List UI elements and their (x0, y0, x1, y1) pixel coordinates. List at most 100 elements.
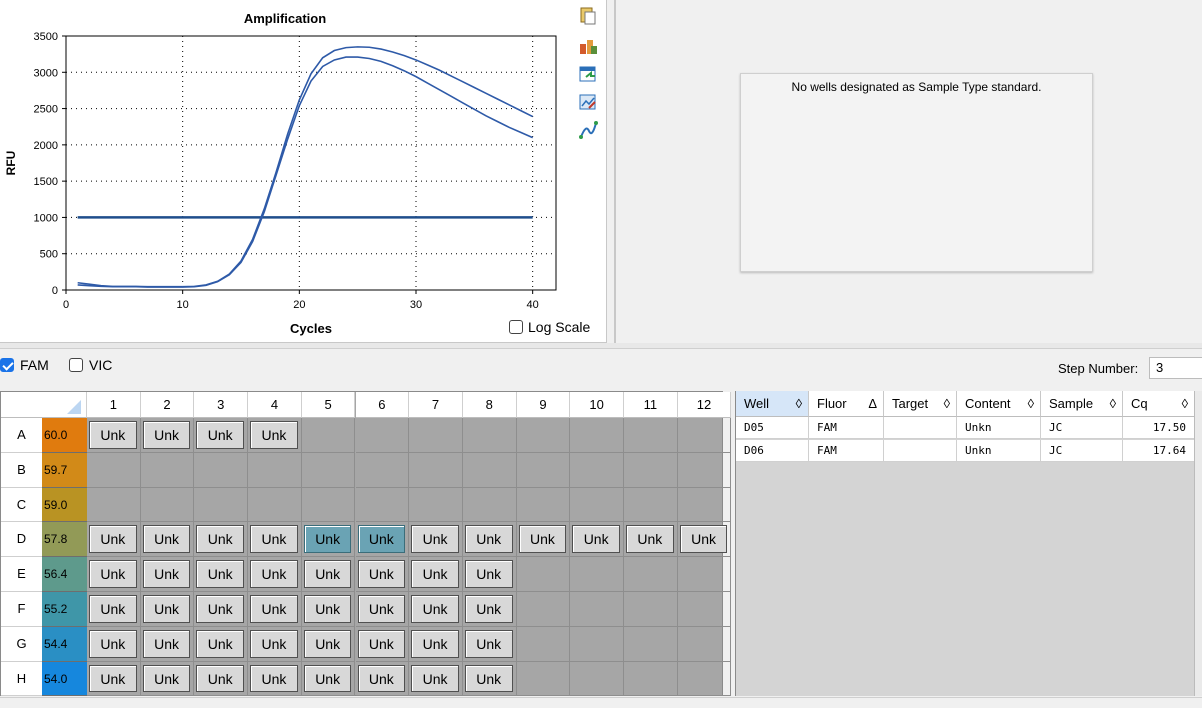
plate-well[interactable]: Unk (140, 557, 195, 592)
plate-well[interactable] (570, 557, 624, 592)
plate-row-header[interactable]: D (1, 522, 42, 558)
table-cell[interactable]: Unkn (957, 440, 1041, 462)
plate-well[interactable]: Unk (462, 661, 517, 697)
well-content[interactable]: Unk (357, 560, 406, 588)
well-content[interactable]: Unk (250, 595, 298, 623)
plate-well[interactable] (462, 487, 517, 523)
plate-well[interactable]: Unk (462, 557, 517, 592)
step-number-select[interactable]: 3 (1149, 357, 1202, 379)
results-scrollbar[interactable] (1194, 391, 1202, 696)
plate-well[interactable] (140, 452, 195, 488)
well-content[interactable]: Unk (250, 629, 298, 658)
plate-well[interactable]: Unk (87, 418, 141, 453)
plate-column-header[interactable]: 12 (677, 392, 732, 418)
plate-well[interactable] (624, 452, 678, 488)
plate-well[interactable]: Unk (140, 661, 195, 697)
plate-well[interactable] (87, 487, 141, 523)
plate-well[interactable]: Unk (570, 522, 624, 558)
table-cell[interactable] (884, 440, 957, 462)
plate-well[interactable]: Unk (248, 418, 302, 453)
well-content[interactable]: Unk (303, 595, 352, 623)
sort-indicator-icon[interactable]: ◊ (1110, 391, 1116, 417)
plate-well[interactable]: Unk (301, 557, 356, 592)
well-content[interactable]: Unk (411, 595, 459, 623)
table-cell[interactable]: 17.64 (1123, 440, 1195, 462)
well-content[interactable]: Unk (142, 664, 191, 693)
plate-well[interactable] (87, 452, 141, 488)
plate-well[interactable]: Unk (140, 626, 195, 662)
plate-well[interactable]: Unk (301, 661, 356, 697)
plate-column-header[interactable]: 6 (355, 392, 410, 418)
plate-column-header[interactable]: 3 (194, 392, 249, 418)
plate-well[interactable] (516, 592, 571, 627)
log-scale-checkbox[interactable] (509, 320, 523, 334)
plate-well[interactable]: Unk (355, 522, 410, 558)
well-content[interactable]: Unk (411, 560, 459, 588)
plate-well[interactable] (570, 592, 624, 627)
well-content[interactable]: Unk (89, 595, 137, 623)
well-content[interactable]: Unk (196, 595, 245, 623)
plate-well[interactable]: Unk (248, 522, 302, 558)
plate-column-header[interactable]: 2 (140, 392, 195, 418)
plate-well[interactable]: Unk (409, 626, 463, 662)
well-content[interactable]: Unk (196, 525, 245, 554)
well-content[interactable]: Unk (142, 525, 191, 554)
plate-column-header[interactable]: 7 (409, 392, 463, 418)
plate-row-header[interactable]: C (1, 487, 42, 523)
well-content[interactable]: Unk (196, 629, 245, 658)
plate-well[interactable] (409, 452, 463, 488)
plate-well[interactable] (677, 661, 732, 697)
plate-well[interactable]: Unk (462, 626, 517, 662)
well-content[interactable]: Unk (303, 629, 352, 658)
well-content[interactable]: Unk (464, 525, 513, 554)
plate-well[interactable] (570, 487, 624, 523)
plate-well[interactable] (140, 487, 195, 523)
plate-well[interactable] (462, 452, 517, 488)
plate-well[interactable]: Unk (462, 522, 517, 558)
plate-row-header[interactable]: G (1, 626, 42, 662)
plate-well[interactable]: Unk (462, 592, 517, 627)
well-content[interactable]: Unk (142, 560, 191, 588)
well-content[interactable]: Unk (89, 421, 137, 449)
plate-well[interactable] (248, 487, 302, 523)
well-content[interactable]: Unk (357, 664, 406, 693)
table-cell[interactable]: JC (1041, 417, 1123, 439)
plate-well[interactable]: Unk (194, 418, 249, 453)
plate-well[interactable]: Unk (194, 592, 249, 627)
well-content[interactable]: Unk (518, 525, 567, 554)
plate-well[interactable] (516, 418, 571, 453)
well-content[interactable]: Unk (142, 595, 191, 623)
plate-well[interactable] (570, 452, 624, 488)
copy-icon[interactable] (578, 6, 598, 26)
well-content[interactable]: Unk (250, 421, 298, 449)
refresh-chart-icon[interactable] (578, 64, 598, 84)
vic-toggle[interactable]: VIC (69, 357, 112, 373)
plate-well[interactable]: Unk (301, 522, 356, 558)
table-cell[interactable]: FAM (809, 440, 884, 462)
well-content[interactable]: Unk (303, 560, 352, 588)
well-content[interactable]: Unk (89, 560, 137, 588)
plate-well[interactable]: Unk (355, 626, 410, 662)
plate-well[interactable] (301, 418, 356, 453)
plate-well[interactable]: Unk (194, 626, 249, 662)
plate-well[interactable]: Unk (87, 522, 141, 558)
plate-well[interactable]: Unk (248, 661, 302, 697)
sort-indicator-icon[interactable]: ◊ (796, 391, 802, 417)
well-content[interactable]: Unk (250, 525, 298, 554)
plate-well[interactable]: Unk (87, 557, 141, 592)
plate-well[interactable]: Unk (409, 557, 463, 592)
plate-well[interactable] (570, 418, 624, 453)
plate-well[interactable]: Unk (409, 522, 463, 558)
plate-well[interactable]: Unk (140, 522, 195, 558)
plate-well[interactable] (462, 418, 517, 453)
plate-row-header[interactable]: H (1, 661, 42, 697)
column-header-cq[interactable]: Cq ◊ (1123, 391, 1195, 417)
plate-well[interactable]: Unk (194, 661, 249, 697)
plate-well[interactable]: Unk (140, 418, 195, 453)
well-content[interactable]: Unk (464, 629, 513, 658)
plate-well[interactable] (409, 418, 463, 453)
plate-well[interactable]: Unk (516, 522, 571, 558)
column-header-fluor[interactable]: Fluor Δ (809, 391, 884, 417)
plate-well[interactable]: Unk (409, 592, 463, 627)
plate-well[interactable] (516, 661, 571, 697)
